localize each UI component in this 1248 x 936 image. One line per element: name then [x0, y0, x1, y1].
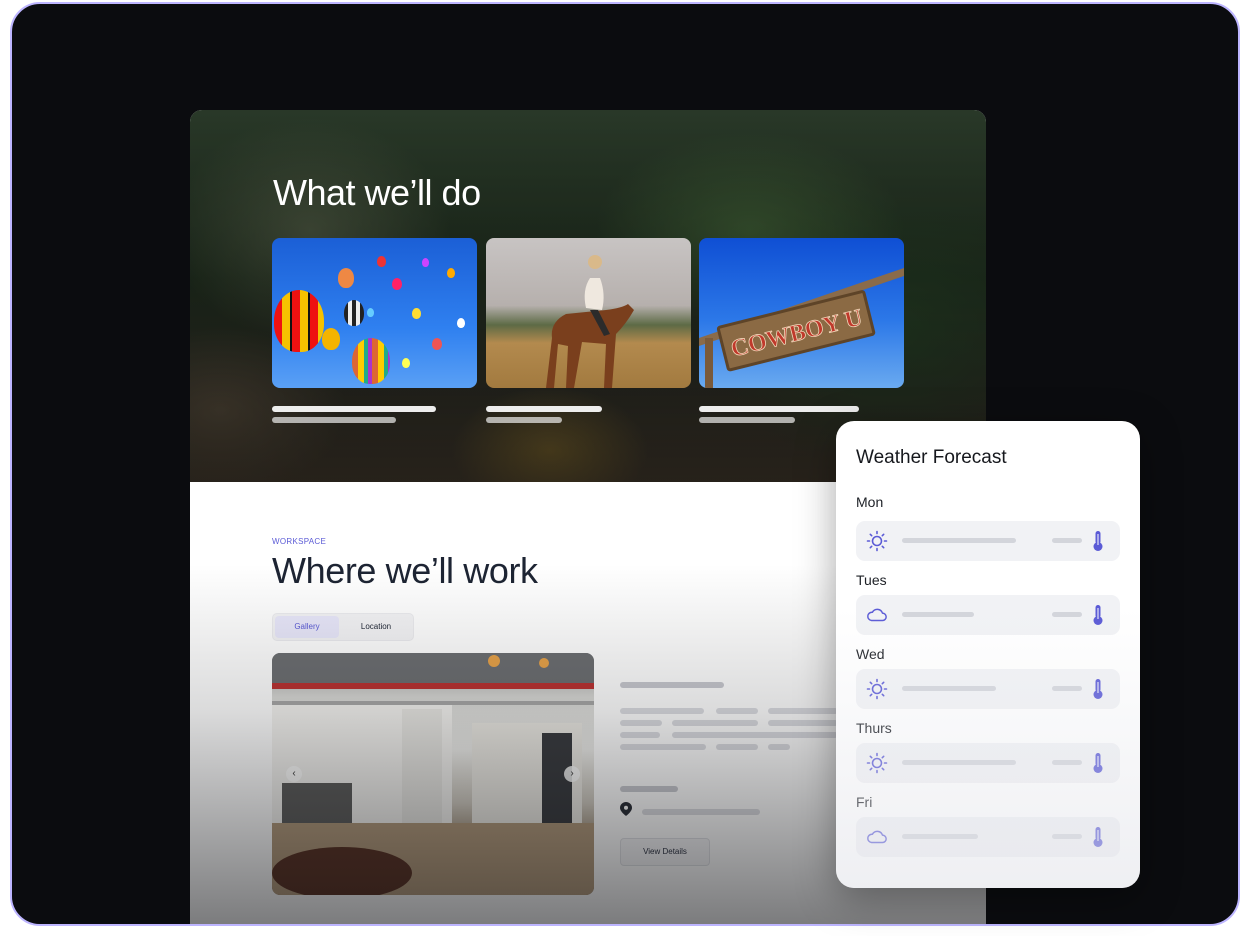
tab-location[interactable]: Location [341, 616, 411, 638]
horse-riding-image [486, 238, 691, 388]
tab-gallery[interactable]: Gallery [275, 616, 339, 638]
weather-title: Weather Forecast [856, 447, 1007, 468]
day-label-fri: Fri [856, 794, 873, 810]
sun-icon [866, 678, 888, 700]
day-label-thurs: Thurs [856, 720, 892, 736]
cloud-icon [867, 830, 887, 844]
weather-forecast-card: Weather Forecast Mon Tues Wed Thurs Fri [836, 421, 1140, 888]
work-title: Where we’ll work [272, 550, 538, 591]
location-pin-icon [620, 802, 632, 816]
activity-card-cowboy-u[interactable]: COWBOY U [699, 238, 904, 423]
day-label-tues: Tues [856, 572, 887, 588]
sun-icon [866, 752, 888, 774]
activity-card-balloons[interactable] [272, 238, 477, 423]
gallery-prev-button[interactable]: ‹ [286, 766, 302, 782]
forecast-row-mon[interactable] [856, 521, 1120, 561]
thermometer-icon [1093, 753, 1103, 773]
sun-icon [866, 530, 888, 552]
gallery-location-tabs: Gallery Location [272, 613, 414, 641]
thermometer-icon [1093, 531, 1103, 551]
cowboy-u-sign-image: COWBOY U [699, 238, 904, 388]
day-label-wed: Wed [856, 646, 885, 662]
thermometer-icon [1093, 679, 1103, 699]
section-eyebrow: WORKSPACE [272, 537, 327, 546]
forecast-row-thurs[interactable] [856, 743, 1120, 783]
forecast-row-tues[interactable] [856, 595, 1120, 635]
workspace-gallery: ‹ › [272, 653, 594, 895]
gallery-next-button[interactable]: › [564, 766, 580, 782]
view-details-button[interactable]: View Details [620, 838, 710, 866]
forecast-row-fri[interactable] [856, 817, 1120, 857]
hero-title: What we’ll do [273, 172, 481, 213]
balloons-image [272, 238, 477, 388]
thermometer-icon [1093, 827, 1103, 847]
activity-card-horse-riding[interactable] [486, 238, 691, 423]
thermometer-icon [1093, 605, 1103, 625]
day-label-mon: Mon [856, 494, 884, 510]
cloud-icon [867, 608, 887, 622]
forecast-row-wed[interactable] [856, 669, 1120, 709]
